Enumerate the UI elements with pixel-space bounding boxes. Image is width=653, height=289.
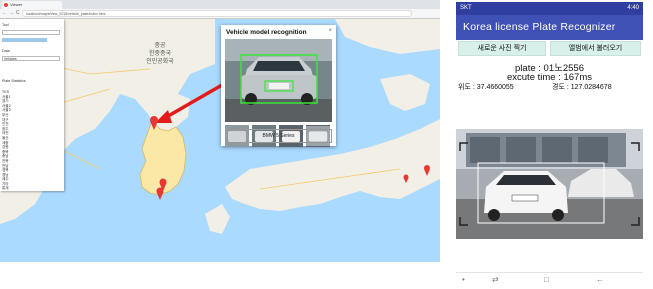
gps-coordinates: 위도 : 37.4660055 경도 : 127.0284678 xyxy=(456,82,643,92)
status-bar: SKT 4:40 xyxy=(456,2,643,15)
load-album-button[interactable]: 앨범에서 불러오기 xyxy=(550,41,641,56)
latitude-text: 위도 : 37.4660055 xyxy=(458,84,514,91)
range-slider[interactable] xyxy=(2,38,47,42)
home-icon[interactable]: □ xyxy=(544,273,549,287)
recent-apps-icon[interactable]: ⇄ xyxy=(492,273,499,287)
control-panel: Tool Data Vehicles Plate Statistics TKS … xyxy=(0,19,64,191)
url-field[interactable]: localhost/maps/view_2015/vehicle_plate/i… xyxy=(22,10,412,17)
android-nav-bar: • ⇄ □ ← xyxy=(456,272,643,287)
map-label-3: 인민공화국 xyxy=(146,57,174,65)
clock-label: 4:40 xyxy=(627,5,639,11)
stats-list: TKS 서울1 경기 서울2 서울3 부산 대구 인천 광주 대전 울산 세종 … xyxy=(2,90,60,191)
phone-screen: SKT 4:40 Korea license Plate Recognizer … xyxy=(456,2,643,287)
tab-title: Viewer xyxy=(10,2,23,7)
browser-tab[interactable]: Viewer xyxy=(2,1,62,9)
longitude-text: 경도 : 127.0284678 xyxy=(552,84,612,91)
map-view[interactable]: 중공 한중중국 인민공화국 xyxy=(0,19,440,262)
app-title: Korea license Plate Recognizer xyxy=(463,21,616,33)
tab-bar: Viewer xyxy=(0,0,440,9)
nav-dot-icon: • xyxy=(462,275,465,284)
address-bar: ← → C localhost/maps/view_2015/vehicle_p… xyxy=(0,9,440,19)
back-icon[interactable]: ← xyxy=(2,10,7,17)
map-label-1: 중공 xyxy=(154,42,166,49)
panel-label-data: Data xyxy=(2,49,10,53)
button-row: 새로운 사진 찍기 앨범에서 불러오기 xyxy=(456,40,643,57)
map-label-2: 한중중국 xyxy=(149,50,172,57)
panel-label-tool: Tool xyxy=(2,23,9,27)
close-icon[interactable]: × xyxy=(328,28,332,34)
captured-photo xyxy=(456,129,643,239)
stats-title: Plate Statistics xyxy=(2,79,26,83)
carrier-label: SKT xyxy=(460,5,472,11)
list-item[interactable]: 통계 xyxy=(2,186,60,191)
browser-window: Viewer ← → C localhost/maps/view_2015/ve… xyxy=(0,0,440,262)
take-photo-button[interactable]: 새로운 사진 찍기 xyxy=(458,41,546,56)
favicon-icon xyxy=(4,3,8,7)
tool-select[interactable] xyxy=(2,30,60,35)
forward-icon[interactable]: → xyxy=(9,10,14,17)
model-result: BMW 5 Series xyxy=(225,129,332,143)
popup-title: Vehicle model recognition xyxy=(226,29,307,36)
data-select[interactable]: Vehicles xyxy=(2,56,60,61)
car-main-image xyxy=(225,39,332,122)
app-bar: Korea license Plate Recognizer xyxy=(456,15,643,40)
reload-icon[interactable]: C xyxy=(16,10,20,17)
recognition-popup: Vehicle model recognition × BMW 5 Series xyxy=(221,25,336,147)
back-nav-icon[interactable]: ← xyxy=(596,273,604,287)
